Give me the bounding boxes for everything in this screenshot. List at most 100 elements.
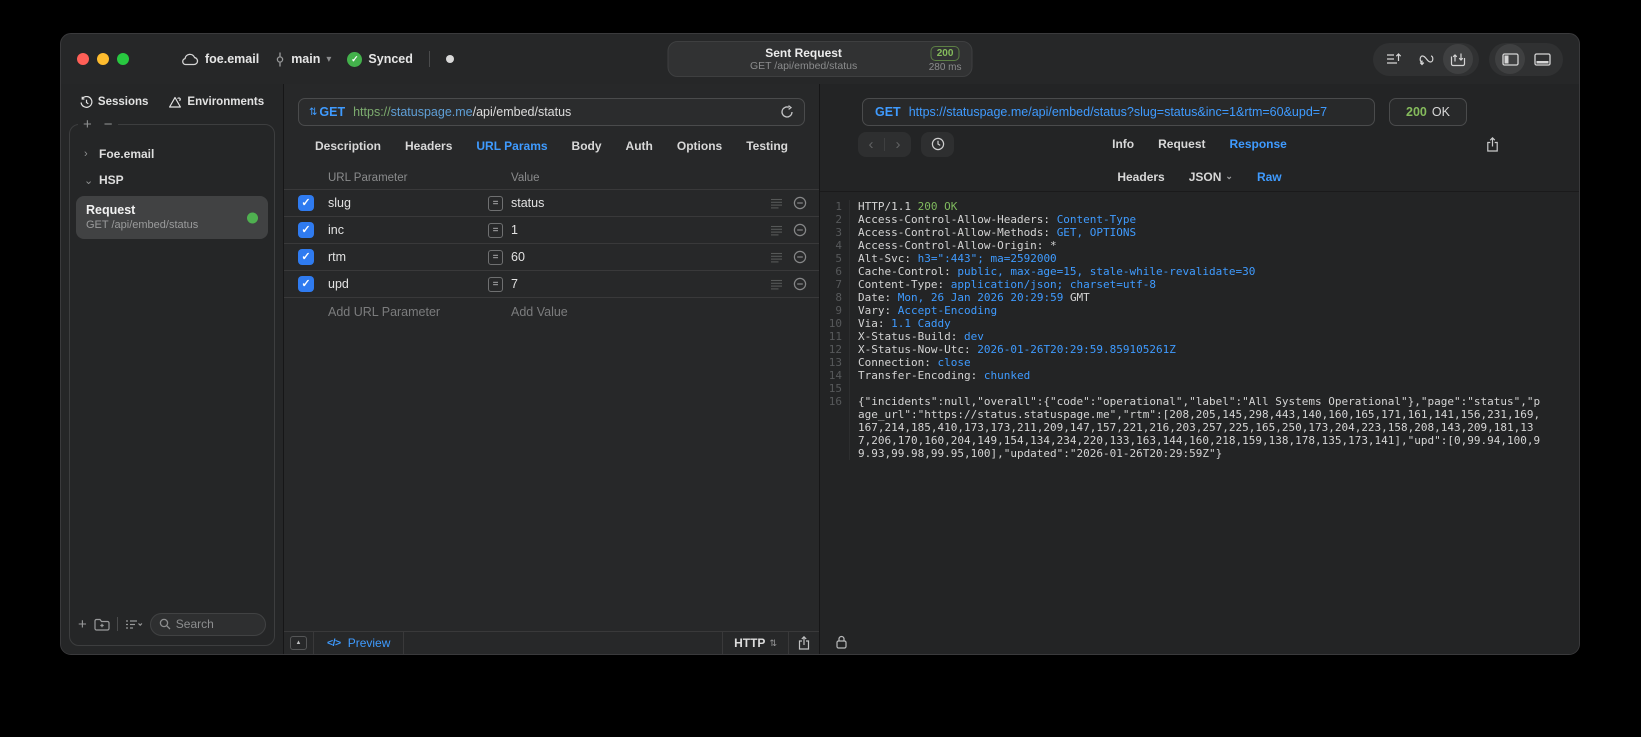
back-button[interactable]: ‹ [858, 132, 884, 157]
sent-request-summary[interactable]: Sent Request GET /api/embed/status 200 2… [667, 41, 973, 77]
remove-session-button[interactable]: − [104, 116, 113, 134]
left-panel-toggle-icon[interactable] [1495, 44, 1525, 74]
history-clock-button[interactable] [921, 131, 954, 157]
tab-environments[interactable]: Environments [168, 96, 264, 109]
search-icon [159, 618, 171, 630]
footer-divider [116, 617, 118, 631]
tree-group-foe-email[interactable]: › Foe.email [70, 141, 274, 167]
response-subtabs: Headers JSON ⌄ Raw [820, 162, 1579, 191]
param-row-upd: ✓ upd = 7 [284, 271, 819, 298]
tab-auth[interactable]: Auth [626, 139, 653, 153]
tab-body[interactable]: Body [572, 139, 602, 153]
request-item-title: Request [86, 203, 136, 217]
raw-response-view[interactable]: 1 HTTP/1.1 200 OK 2 Access-Control-Allow-He… [820, 192, 1579, 654]
close-window-button[interactable] [77, 53, 89, 65]
zoom-window-button[interactable] [117, 53, 129, 65]
add-parameter-row[interactable]: Add URL Parameter Add Value [284, 298, 819, 325]
tab-headers[interactable]: Headers [405, 139, 452, 153]
line-content: X-Status-Now-Utc: 2026-01-26T20:29:59.85… [858, 343, 1176, 356]
param-name-field[interactable]: inc [328, 223, 488, 237]
add-session-button[interactable]: + [83, 116, 92, 134]
request-url-bar[interactable]: ⇅ GET https://statuspage.me/api/embed/st… [298, 98, 805, 126]
add-value[interactable]: Add Value [511, 305, 568, 319]
branch-selector[interactable]: main ▾ [275, 52, 331, 67]
param-name-field[interactable]: upd [328, 277, 488, 291]
import-export-icon[interactable] [1443, 44, 1473, 74]
param-enabled-checkbox[interactable]: ✓ [298, 195, 314, 211]
branch-icon [276, 52, 284, 66]
add-request-button[interactable]: + [78, 616, 87, 633]
param-name-field[interactable]: slug [328, 196, 488, 210]
sync-loop-icon[interactable] [1411, 44, 1441, 74]
param-value-field[interactable]: 1 [511, 223, 770, 237]
param-row-inc: ✓ inc = 1 [284, 217, 819, 244]
remove-row-icon[interactable] [793, 250, 807, 264]
tab-request[interactable]: Request [1158, 137, 1205, 151]
param-value-field[interactable]: 60 [511, 250, 770, 264]
line-content: Access-Control-Allow-Methods: GET, OPTIO… [858, 226, 1137, 239]
line-number: 12 [820, 343, 850, 356]
new-folder-icon[interactable] [94, 618, 110, 631]
bottom-panel-toggle-icon[interactable] [1527, 44, 1557, 74]
param-enabled-checkbox[interactable]: ✓ [298, 249, 314, 265]
tab-options[interactable]: Options [677, 139, 722, 153]
remove-row-icon[interactable] [793, 277, 807, 291]
search-input[interactable]: Search [149, 612, 266, 636]
response-url: https://statuspage.me/api/embed/status?s… [908, 105, 1328, 119]
tab-description[interactable]: Description [315, 139, 381, 153]
tab-info[interactable]: Info [1112, 137, 1134, 151]
protocol-selector[interactable]: HTTP ⇅ [723, 636, 788, 650]
minimize-window-button[interactable] [97, 53, 109, 65]
tree-group-hsp[interactable]: ⌄ HSP [70, 167, 274, 193]
reorder-lines-icon[interactable] [770, 279, 783, 290]
refresh-icon[interactable] [780, 105, 794, 119]
param-value-field[interactable]: 7 [511, 277, 770, 291]
response-line: 5 Alt-Svc: h3=":443"; ma=2592000 [820, 252, 1543, 265]
tab-url-params[interactable]: URL Params [476, 139, 547, 153]
tab-sessions[interactable]: Sessions [80, 95, 148, 109]
add-url-parameter[interactable]: Add URL Parameter [328, 305, 511, 319]
sync-status[interactable]: ✓ Synced [347, 51, 413, 67]
remove-row-icon[interactable] [793, 223, 807, 237]
line-number: 3 [820, 226, 850, 239]
expand-panel-button[interactable]: ▲ [290, 636, 307, 650]
reorder-lines-icon[interactable] [770, 198, 783, 209]
preview-button[interactable]: </> Preview [314, 636, 403, 650]
subtab-raw[interactable]: Raw [1257, 170, 1282, 184]
response-line: 4 Access-Control-Allow-Origin: * [820, 239, 1543, 252]
param-enabled-checkbox[interactable]: ✓ [298, 222, 314, 238]
url-scheme: https:// [353, 105, 391, 119]
request-method[interactable]: GET [319, 105, 345, 119]
subtab-headers[interactable]: Headers [1117, 170, 1164, 184]
project-menu[interactable]: foe.email [181, 52, 259, 66]
updown-chevrons-icon: ⇅ [769, 637, 777, 648]
tree-group-label: HSP [99, 173, 124, 187]
tab-testing[interactable]: Testing [746, 139, 788, 153]
remove-row-icon[interactable] [793, 196, 807, 210]
response-line: 10 Via: 1.1 Caddy [820, 317, 1543, 330]
request-order-icon[interactable] [1379, 44, 1409, 74]
param-enabled-checkbox[interactable]: ✓ [298, 276, 314, 292]
share-icon[interactable] [789, 636, 819, 650]
response-line: 2 Access-Control-Allow-Headers: Content-T… [820, 213, 1543, 226]
subtab-json[interactable]: JSON ⌄ [1189, 170, 1233, 184]
line-content: HTTP/1.1 200 OK [858, 200, 958, 213]
request-list-item[interactable]: Request GET /api/embed/status [76, 196, 268, 239]
line-number: 11 [820, 330, 850, 343]
tab-environments-label: Environments [187, 96, 265, 108]
response-line: 12 X-Status-Now-Utc: 2026-01-26T20:29:59.… [820, 343, 1543, 356]
param-value-field[interactable]: status [511, 196, 770, 210]
request-item-subtitle: GET /api/embed/status [86, 219, 199, 231]
reorder-lines-icon[interactable] [770, 252, 783, 263]
forward-button[interactable]: › [885, 132, 911, 157]
reorder-lines-icon[interactable] [770, 225, 783, 236]
lock-icon[interactable] [836, 635, 847, 649]
line-number: 2 [820, 213, 850, 226]
environments-icon [169, 96, 182, 108]
sort-list-icon[interactable] [125, 619, 143, 630]
line-content [850, 382, 1543, 395]
status-badge: 200 [930, 45, 960, 61]
tab-response[interactable]: Response [1229, 137, 1286, 151]
export-response-icon[interactable] [1486, 136, 1499, 152]
param-name-field[interactable]: rtm [328, 250, 488, 264]
